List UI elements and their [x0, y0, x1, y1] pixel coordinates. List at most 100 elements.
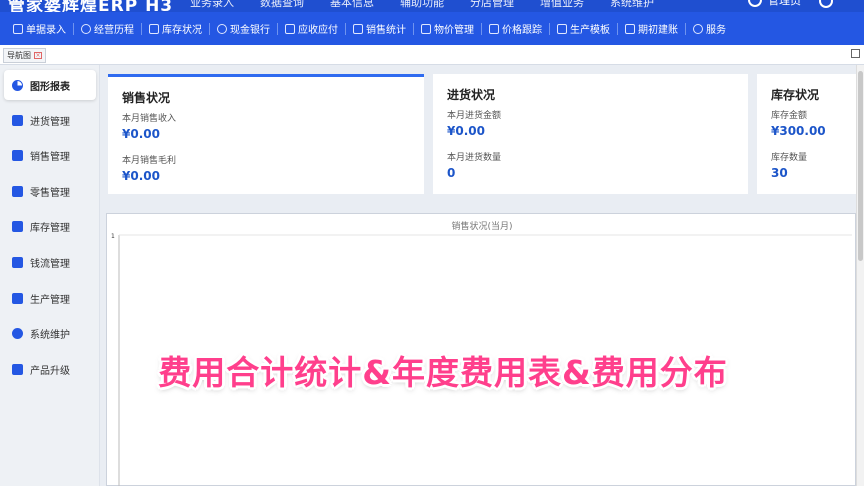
- toolbar-item-receivables[interactable]: 应收应付: [278, 12, 345, 45]
- scrollbar-thumb[interactable]: [858, 71, 863, 261]
- toolbar-item-document-entry[interactable]: 单据录入: [6, 12, 73, 45]
- chart-edit-icon: [353, 23, 363, 34]
- top-menu-item[interactable]: 业务录入: [190, 0, 260, 10]
- close-icon[interactable]: ×: [34, 52, 42, 59]
- toolbar-item-label: 应收应付: [298, 25, 338, 36]
- sidebar-item-label: 系统维护: [30, 329, 70, 341]
- top-menu-item[interactable]: 增值业务: [540, 0, 610, 10]
- yen-icon: [217, 23, 227, 34]
- sidebar-item-label: 库存管理: [30, 222, 70, 234]
- toolbar-item-label: 价格跟踪: [502, 25, 542, 36]
- tag-icon: [12, 185, 23, 197]
- toolbar-item-label: 经营历程: [94, 25, 134, 36]
- card-label: 本月进货数量: [447, 153, 502, 163]
- purchase-status-card: 进货状况 本月进货金额 ¥0.00 本月进货数量 0: [433, 74, 748, 194]
- sidebar-item-label: 进货管理: [30, 116, 70, 128]
- toolbar-item-service[interactable]: 服务: [686, 12, 733, 45]
- vertical-scrollbar[interactable]: [856, 65, 864, 486]
- book-icon: [625, 23, 635, 34]
- toolbar-item-label: 生产模板: [570, 25, 610, 36]
- toolbar-item-label: 销售统计: [366, 25, 406, 36]
- quick-toolbar: 单据录入 经营历程 库存状况 现金银行 应收应付 销售统计 物价管理 价格跟踪 …: [0, 12, 864, 45]
- card-label: 本月销售毛利: [122, 156, 177, 166]
- y-tick-label: 1: [111, 233, 115, 240]
- toolbar-item-stock-status[interactable]: 库存状况: [142, 12, 209, 45]
- sidebar-item-label: 零售管理: [30, 187, 70, 199]
- tab-bar: 导航图 ×: [0, 45, 864, 65]
- ledger-icon: [285, 23, 295, 34]
- edit-icon: [13, 23, 23, 34]
- sidebar-item-cashflow[interactable]: 钱流管理: [0, 247, 100, 277]
- sidebar-item-retail[interactable]: 零售管理: [0, 176, 100, 206]
- toolbar-item-price-tracking[interactable]: 价格跟踪: [482, 12, 549, 45]
- card-label: 库存金额: [771, 111, 808, 121]
- toolbar-item-label: 物价管理: [434, 25, 474, 36]
- toolbar-item-label: 服务: [706, 25, 726, 36]
- money-icon: [12, 256, 23, 268]
- overlay-caption: 费用合计统计&年度费用表&费用分布: [158, 353, 728, 392]
- top-menu: 业务录入 数据查询 基本信息 辅助功能 分店管理 增值业务 系统维护: [190, 0, 680, 10]
- top-menu-item[interactable]: 辅助功能: [400, 0, 470, 10]
- template-icon: [557, 23, 567, 34]
- help-icon: [693, 23, 703, 34]
- sidebar-item-purchase[interactable]: 进货管理: [0, 105, 100, 135]
- sidebar-item-label: 产品升级: [30, 365, 70, 377]
- user-menu[interactable]: 管理员: [748, 0, 801, 8]
- stock-status-card: 库存状况 库存金额 ¥300.00 库存数量 30: [757, 74, 864, 194]
- toolbar-item-business-history[interactable]: 经营历程: [74, 12, 141, 45]
- target-icon: [489, 23, 499, 34]
- toolbar-item-label: 期初建账: [638, 25, 678, 36]
- top-menu-item[interactable]: 分店管理: [470, 0, 540, 10]
- toolbar-item-label: 单据录入: [26, 25, 66, 36]
- toolbar-item-label: 现金银行: [230, 25, 270, 36]
- card-value: 30: [771, 166, 788, 180]
- sidebar-item-graphic-reports[interactable]: 图形报表: [4, 70, 96, 100]
- toolbar-item-production-template[interactable]: 生产模板: [550, 12, 617, 45]
- toolbar-item-price-mgmt[interactable]: 物价管理: [414, 12, 481, 45]
- calendar-icon: [149, 23, 159, 34]
- sidebar-item-label: 销售管理: [30, 151, 70, 163]
- card-label: 库存数量: [771, 153, 808, 163]
- tab-navigation-map[interactable]: 导航图 ×: [3, 48, 46, 63]
- card-value: ¥300.00: [771, 124, 826, 138]
- card-title: 库存状况: [771, 88, 820, 102]
- upgrade-icon: [12, 363, 23, 375]
- sidebar-item-production[interactable]: 生产管理: [0, 283, 100, 313]
- pie-chart-icon: [12, 79, 23, 91]
- sidebar-item-label: 图形报表: [30, 81, 70, 93]
- card-value: 0: [447, 166, 456, 180]
- card-value: ¥0.00: [122, 127, 160, 141]
- toolbar-item-sales-stats[interactable]: 销售统计: [346, 12, 413, 45]
- restore-window-icon[interactable]: [851, 49, 860, 58]
- top-menu-item[interactable]: 基本信息: [330, 0, 400, 10]
- chat-icon: [421, 23, 431, 34]
- card-value: ¥0.00: [122, 169, 160, 183]
- sidebar-item-label: 钱流管理: [30, 258, 70, 270]
- bar-chart-icon: [12, 149, 23, 161]
- sidebar-item-sales[interactable]: 销售管理: [0, 140, 100, 170]
- warehouse-icon: [12, 220, 23, 232]
- gear-icon: [12, 327, 23, 339]
- sales-status-card: 销售状况 本月销售收入 ¥0.00 本月销售毛利 ¥0.00: [108, 74, 424, 194]
- tab-label: 导航图: [7, 51, 31, 60]
- user-name: 管理员: [768, 0, 801, 7]
- card-title: 销售状况: [122, 91, 171, 105]
- toolbar-item-label: 库存状况: [162, 25, 202, 36]
- power-icon[interactable]: [819, 0, 833, 8]
- sidebar-item-system[interactable]: 系统维护: [0, 318, 100, 348]
- toolbar-item-opening-setup[interactable]: 期初建账: [618, 12, 685, 45]
- top-menu-item[interactable]: 系统维护: [610, 0, 680, 10]
- sidebar-item-inventory[interactable]: 库存管理: [0, 211, 100, 241]
- box-icon: [12, 114, 23, 126]
- sidebar: 图形报表 进货管理 销售管理 零售管理 库存管理 钱流管理 生产管理 系统维护 …: [0, 65, 100, 486]
- app-header: 管家婆辉煌ERP H3 业务录入 数据查询 基本信息 辅助功能 分店管理 增值业…: [0, 0, 864, 12]
- app-brand: 管家婆辉煌ERP H3: [8, 0, 174, 12]
- card-label: 本月销售收入: [122, 114, 177, 124]
- wrench-icon: [12, 292, 23, 304]
- card-value: ¥0.00: [447, 124, 485, 138]
- check-circle-icon: [81, 23, 91, 34]
- top-menu-item[interactable]: 数据查询: [260, 0, 330, 10]
- card-label: 本月进货金额: [447, 111, 502, 121]
- user-icon: [748, 0, 762, 7]
- toolbar-item-cash-bank[interactable]: 现金银行: [210, 12, 277, 45]
